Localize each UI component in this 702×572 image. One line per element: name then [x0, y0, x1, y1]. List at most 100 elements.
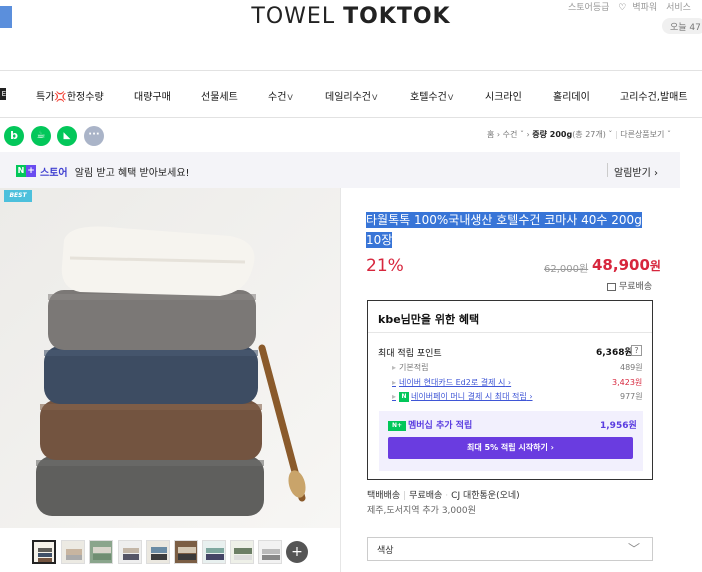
color-select[interactable]	[367, 537, 653, 561]
thumbnail[interactable]	[258, 540, 282, 564]
nav-item-gift-set[interactable]: 선물세트	[201, 88, 238, 103]
divider	[607, 163, 608, 177]
basic-point-text: 기본적립	[399, 363, 429, 372]
card-point-link[interactable]: ▸ 네이버 현대카드 Ed2로 결제 시 ›	[392, 377, 511, 388]
logo-text-light: TOWEL	[251, 4, 336, 29]
thumbnail-image	[175, 541, 197, 563]
npay-point-link[interactable]: ▸ N 네이버페이 머니 결제 시 최대 적립 ›	[392, 391, 533, 402]
nav-item-label: 선물세트	[201, 92, 238, 103]
max-point-label: 최대 적립 포인트	[378, 349, 442, 359]
thumbnail-image	[62, 541, 84, 563]
discount-rate: 21%	[366, 256, 404, 276]
thumbnail-image	[34, 542, 54, 562]
chevron-down-icon: ˇ	[608, 130, 613, 139]
card-point-value: 3,423원	[612, 378, 643, 387]
nav-item-hook-towel[interactable]: 고리수건,발매트	[620, 88, 688, 103]
thumbnail[interactable]	[118, 540, 142, 564]
breadcrumb-home[interactable]: 홈	[487, 130, 494, 139]
nav-item-daily[interactable]: 데일리수건ᐯ	[325, 88, 377, 103]
chevron-right-icon: ›	[654, 168, 658, 179]
thumbnail[interactable]	[146, 540, 170, 564]
thumbnail[interactable]	[89, 540, 113, 564]
nav-item-holiday[interactable]: 홀리데이	[553, 88, 590, 103]
nav-item-towel[interactable]: 수건ᐯ	[268, 88, 293, 103]
chevron-down-icon: ᐯ	[447, 93, 454, 102]
product-main-image[interactable]	[0, 188, 340, 528]
bullet-icon: ▸	[392, 363, 397, 372]
thumbnail-image	[231, 541, 253, 563]
blog-icon[interactable]: b	[4, 126, 24, 146]
card-point-text: 네이버 현대카드 Ed2로 결제 시	[399, 378, 506, 387]
more-icon[interactable]: ···	[84, 126, 104, 146]
nav-item-chic-line[interactable]: 시크라인	[485, 88, 522, 103]
breadcrumb-category[interactable]: 수건	[503, 130, 518, 139]
thumbnail-image	[147, 541, 169, 563]
towel-stack-illustration	[0, 188, 340, 528]
naver-plus-icon: N+	[388, 420, 406, 431]
store-grade-link[interactable]: 스토어등급	[568, 3, 609, 13]
thumbnail[interactable]	[174, 540, 198, 564]
thumbnail[interactable]	[32, 540, 56, 564]
basic-point-value: 489원	[620, 363, 643, 372]
thumbnail[interactable]	[61, 540, 85, 564]
breadcrumb-current[interactable]: 중량 200g	[532, 130, 572, 139]
nav-item-label: 수건	[268, 92, 287, 103]
membership-text: 멤버십 추가 적립	[408, 421, 473, 431]
breadcrumb-count: (총 27개)	[572, 130, 606, 139]
sale-price-unit: 원	[649, 259, 661, 273]
membership-start-button[interactable]: 최대 5% 적립 시작하기 ›	[388, 437, 633, 459]
service-link[interactable]: 서비스	[666, 3, 691, 13]
bookmark-icon[interactable]: ◣	[57, 126, 77, 146]
breadcrumb: 홈 › 수건 ˇ › 중량 200g(총 27개) ˇ | 다른상품보기 ˇ	[487, 129, 671, 140]
help-icon[interactable]: ?	[631, 345, 642, 356]
chevron-down-icon: ᐯ	[372, 93, 378, 102]
original-price: 62,000원	[544, 264, 589, 275]
today-visitors-badge: 오늘 47	[662, 18, 702, 34]
shipping-text: 무료배송	[619, 282, 653, 292]
logo-text-bold: TOKTOK	[343, 4, 451, 29]
nav-item-label: 시크라인	[485, 92, 522, 103]
delivery-info: 택배배송 | 무료배송 · CJ 대한통운(오네)	[367, 488, 520, 501]
membership-value: 1,956원	[600, 421, 637, 431]
delivery-courier: CJ 대한통운(오네)	[451, 491, 520, 501]
divider	[368, 332, 652, 333]
thumbnail-image	[203, 541, 225, 563]
bullet-icon: ▸	[392, 378, 397, 387]
chevron-down-icon: ﹀	[628, 542, 641, 556]
shipping-info: 무료배송	[607, 279, 652, 292]
nav-item-label: 데일리수건	[325, 92, 371, 103]
npay-point-text: 네이버페이 머니 결제 시 최대 적립	[411, 392, 527, 401]
thumbnail[interactable]	[230, 540, 254, 564]
notify-button-label: 알림받기	[614, 168, 651, 179]
max-point-value: 6,368원	[596, 348, 633, 358]
nav-item-hotel[interactable]: 호텔수건ᐯ	[410, 88, 453, 103]
naver-n-icon: N	[16, 165, 26, 177]
delivery-extra: 제주,도서지역 추가 3,000원	[367, 506, 476, 516]
nav-item-bulk[interactable]: 대량구매	[134, 88, 171, 103]
store-label: 스토어	[40, 168, 68, 179]
product-title: 타월톡톡 100%국내생산 호텔수건 코마사 40수 200g 10장	[366, 210, 646, 250]
nav-item-label: 홀리데이	[553, 92, 590, 103]
naver-pay-icon: N	[399, 391, 410, 402]
divider: |	[403, 491, 407, 501]
cafe-icon[interactable]: ☕	[31, 126, 51, 146]
plus-icon[interactable]: +	[286, 541, 308, 563]
membership-button-label: 최대 5% 적립 시작하기	[467, 443, 548, 452]
notify-button[interactable]: 알림받기 ›	[614, 164, 658, 179]
chevron-down-icon: ˇ	[666, 130, 671, 139]
best-badge: BEST	[4, 190, 32, 202]
other-products-link[interactable]: 다른상품보기	[620, 130, 664, 139]
nav-item-label: 대량구매	[134, 92, 171, 103]
bullet-icon: ▸	[392, 392, 397, 401]
power-link[interactable]: 벽파워	[632, 3, 657, 13]
divider: ·	[445, 491, 449, 501]
nav-item-special[interactable]: 특가💢한정수량	[36, 88, 104, 103]
sale-price-value: 48,900	[592, 256, 650, 274]
nav-mark: E	[0, 88, 6, 100]
naver-plus-badge: N +	[16, 165, 36, 177]
benefit-heading: kbe님만을 위한 혜택	[378, 313, 480, 326]
thumbnail[interactable]	[202, 540, 226, 564]
divider	[340, 188, 341, 572]
thumbnail-image	[119, 541, 141, 563]
sale-price: 48,900원	[592, 256, 661, 274]
